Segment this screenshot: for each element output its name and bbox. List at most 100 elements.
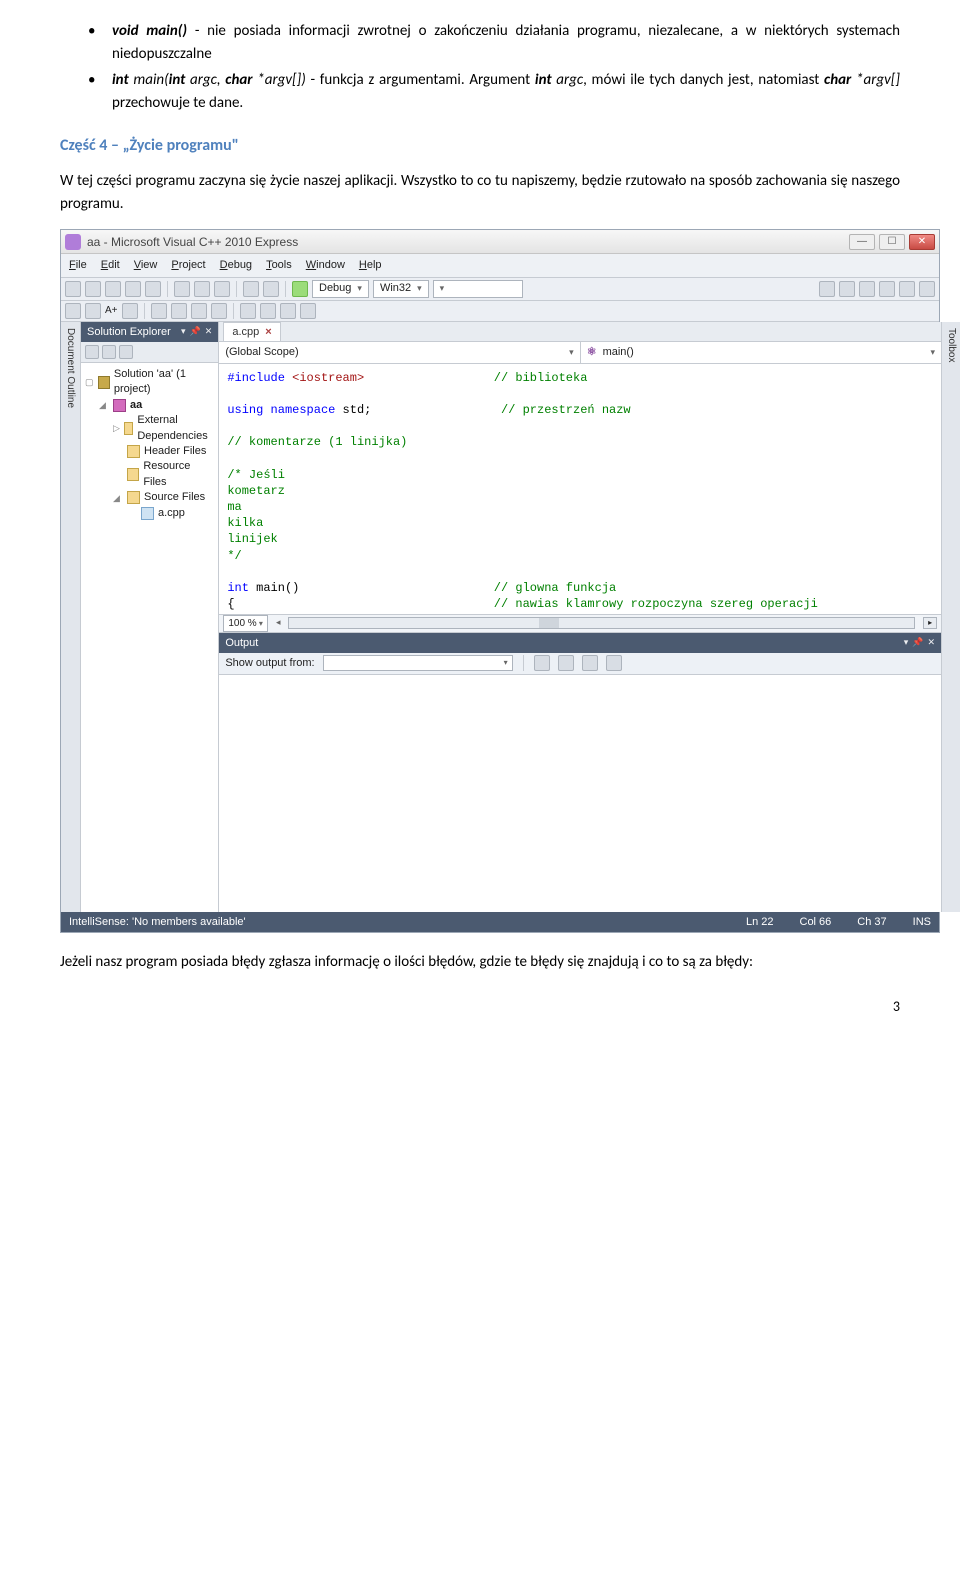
scroll-left-icon[interactable]: ◂ (276, 616, 281, 630)
toolbar-icon[interactable] (65, 303, 81, 319)
close-icon[interactable]: ✕ (205, 325, 213, 339)
toolbar-icon[interactable] (300, 303, 316, 319)
dropdown-icon[interactable]: ▾ (181, 325, 186, 339)
menu-project[interactable]: Project (171, 257, 205, 274)
tree-label: Header Files (144, 444, 206, 459)
menu-file[interactable]: File (69, 257, 87, 274)
toolbar-separator (233, 303, 234, 319)
menu-edit[interactable]: Edit (101, 257, 120, 274)
platform-dropdown[interactable]: Win32 (373, 280, 429, 298)
new-project-icon[interactable] (65, 281, 81, 297)
expand-icon[interactable]: ▷ (113, 422, 120, 435)
toolbar-icon[interactable] (859, 281, 875, 297)
editor-column: a.cpp× (Global Scope) ⚛main() #include <… (219, 322, 941, 912)
tree-external-deps[interactable]: ▷External Dependencies (85, 413, 214, 444)
maximize-button[interactable]: ☐ (879, 234, 905, 250)
close-button[interactable]: ✕ (909, 234, 935, 250)
status-ins: INS (913, 914, 931, 931)
folder-icon (127, 491, 140, 504)
toolbar-icon[interactable] (280, 303, 296, 319)
toolbar-icon[interactable] (171, 303, 187, 319)
toolbar-separator (236, 281, 237, 297)
status-line: Ln 22 (746, 914, 774, 931)
copy-icon[interactable] (194, 281, 210, 297)
save-all-icon[interactable] (145, 281, 161, 297)
cut-icon[interactable] (174, 281, 190, 297)
toolbar-icon[interactable] (919, 281, 935, 297)
collapse-icon[interactable]: ◢ (99, 399, 109, 412)
output-tool-icon[interactable] (582, 655, 598, 671)
toolbar-icon[interactable] (819, 281, 835, 297)
tree-header-files[interactable]: Header Files (85, 444, 214, 459)
toolbar-icon[interactable] (85, 303, 101, 319)
tree-source-files[interactable]: ◢Source Files (85, 490, 214, 505)
collapse-icon[interactable]: ◢ (113, 492, 123, 505)
output-subbar: Show output from: (219, 653, 941, 675)
code-kw: int (169, 71, 186, 89)
dropdown-icon[interactable]: ▾ (904, 636, 909, 650)
tree-label: Resource Files (143, 459, 214, 490)
tree-file-acpp[interactable]: a.cpp (85, 506, 214, 521)
pin-icon[interactable]: 📌 (912, 636, 923, 650)
solution-tool-icon[interactable] (102, 345, 116, 359)
tree-resource-files[interactable]: Resource Files (85, 459, 214, 490)
code-kw: char (225, 71, 252, 89)
ide-window: aa - Microsoft Visual C++ 2010 Express —… (60, 229, 940, 933)
menu-help[interactable]: Help (359, 257, 382, 274)
collapse-icon[interactable]: ▢ (85, 376, 94, 389)
status-right: Ln 22 Col 66 Ch 37 INS (746, 914, 931, 931)
config-dropdown[interactable]: Debug (312, 280, 369, 298)
output-source-dropdown[interactable] (323, 655, 513, 671)
toolbar-icon[interactable] (839, 281, 855, 297)
toolbar-icon[interactable] (151, 303, 167, 319)
code-editor[interactable]: #include <iostream> // biblioteka using … (219, 364, 941, 614)
menu-debug[interactable]: Debug (220, 257, 252, 274)
save-icon[interactable] (125, 281, 141, 297)
output-body[interactable] (219, 675, 941, 912)
toolbar-icon[interactable] (240, 303, 256, 319)
toolbar-icon[interactable] (899, 281, 915, 297)
rail-toolbox[interactable]: Toolbox (941, 322, 960, 912)
output-tool-icon[interactable] (534, 655, 550, 671)
bullet-body-text: przechowuje te dane. (112, 94, 243, 112)
tab-close-icon[interactable]: × (265, 324, 271, 341)
horizontal-scrollbar[interactable] (288, 617, 915, 629)
tree-project[interactable]: ◢aa (85, 398, 214, 413)
output-tool-icon[interactable] (606, 655, 622, 671)
folder-icon (127, 468, 140, 481)
add-item-icon[interactable] (85, 281, 101, 297)
output-tool-icon[interactable] (558, 655, 574, 671)
zoom-dropdown[interactable]: 100 % (223, 615, 268, 632)
solution-tool-icon[interactable] (85, 345, 99, 359)
solution-tree: ▢Solution 'aa' (1 project) ◢aa ▷External… (81, 363, 218, 912)
toolbar-icon[interactable] (211, 303, 227, 319)
menu-view[interactable]: View (134, 257, 158, 274)
minimize-button[interactable]: — (849, 234, 875, 250)
menu-tools[interactable]: Tools (266, 257, 292, 274)
undo-icon[interactable] (243, 281, 259, 297)
scroll-right-icon[interactable]: ▸ (923, 617, 937, 629)
start-debug-icon[interactable] (292, 281, 308, 297)
menu-window[interactable]: Window (306, 257, 345, 274)
toolbar-icon[interactable] (191, 303, 207, 319)
toolbar-icon[interactable] (260, 303, 276, 319)
toolbar-icon[interactable] (122, 303, 138, 319)
scope-right-dropdown[interactable]: ⚛main() (581, 342, 941, 363)
tab-acpp[interactable]: a.cpp× (223, 322, 280, 342)
tree-solution[interactable]: ▢Solution 'aa' (1 project) (85, 367, 214, 398)
a-plus-label[interactable]: A+ (105, 303, 118, 318)
paste-icon[interactable] (214, 281, 230, 297)
rail-document-outline[interactable]: Document Outline (61, 322, 81, 912)
close-icon[interactable]: ✕ (928, 636, 936, 650)
scope-left-dropdown[interactable]: (Global Scope) (219, 342, 580, 363)
scope-text: (Global Scope) (225, 344, 298, 361)
solution-tool-icon[interactable] (119, 345, 133, 359)
pin-icon[interactable]: 📌 (190, 325, 201, 339)
open-icon[interactable] (105, 281, 121, 297)
bullet-list: • void main() - nie posiada informacji z… (88, 20, 900, 114)
bullet-marker: • (88, 20, 112, 65)
search-dropdown[interactable] (433, 280, 523, 298)
redo-icon[interactable] (263, 281, 279, 297)
toolbar-icon[interactable] (879, 281, 895, 297)
closing-paragraph: Jeżeli nasz program posiada błędy zgłasz… (60, 951, 900, 974)
